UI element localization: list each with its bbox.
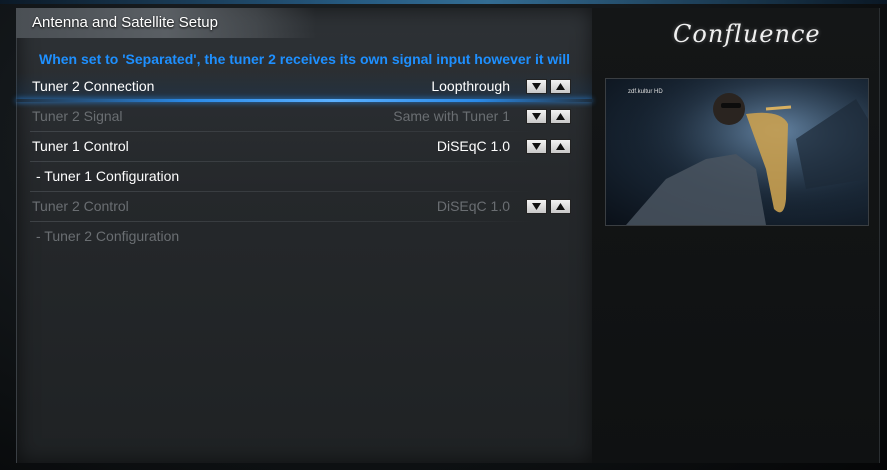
arrow-up-icon[interactable] — [550, 79, 571, 94]
setting-label: Tuner 2 Control — [32, 198, 129, 214]
arrow-down-icon[interactable] — [526, 199, 547, 214]
arrow-down-icon[interactable] — [526, 109, 547, 124]
arrow-up-icon[interactable] — [550, 109, 571, 124]
arrow-down-icon[interactable] — [526, 139, 547, 154]
info-panel — [592, 8, 880, 463]
setting-row-tuner1-control[interactable]: Tuner 1 Control DiSEqC 1.0 — [16, 132, 592, 162]
setting-row-tuner2-connection[interactable]: Tuner 2 Connection Loopthrough — [16, 72, 592, 102]
preview-image — [606, 79, 868, 225]
setting-value: DiSEqC 1.0 — [436, 198, 510, 214]
arrow-up-icon[interactable] — [550, 199, 571, 214]
confluence-logo: Confluence — [673, 20, 821, 48]
setting-label: Tuner 2 Connection — [32, 78, 155, 94]
setting-label: Tuner 1 Control — [32, 138, 129, 154]
setting-label: - Tuner 2 Configuration — [36, 228, 180, 244]
channel-logo: zdf.kultur HD — [628, 89, 663, 95]
setting-row-tuner2-signal[interactable]: Tuner 2 Signal Same with Tuner 1 — [16, 102, 592, 132]
setting-value: Same with Tuner 1 — [393, 108, 510, 124]
setting-row-tuner2-configuration[interactable]: - Tuner 2 Configuration — [16, 222, 592, 252]
page-title: Antenna and Satellite Setup — [32, 14, 218, 31]
setting-value: Loopthrough — [431, 78, 510, 94]
tv-preview[interactable]: zdf.kultur HD — [605, 78, 869, 226]
setting-label: Tuner 2 Signal — [32, 108, 123, 124]
setting-row-tuner2-control[interactable]: Tuner 2 Control DiSEqC 1.0 — [16, 192, 592, 222]
setting-value: DiSEqC 1.0 — [436, 138, 510, 154]
arrow-down-icon[interactable] — [526, 79, 547, 94]
setting-row-tuner1-configuration[interactable]: - Tuner 1 Configuration — [16, 162, 592, 192]
setting-label: - Tuner 1 Configuration — [36, 168, 180, 184]
screen: Antenna and Satellite Setup When set to … — [0, 0, 887, 470]
arrow-up-icon[interactable] — [550, 139, 571, 154]
top-glow — [0, 0, 887, 4]
hint-text: When set to 'Separated', the tuner 2 rec… — [39, 51, 570, 67]
